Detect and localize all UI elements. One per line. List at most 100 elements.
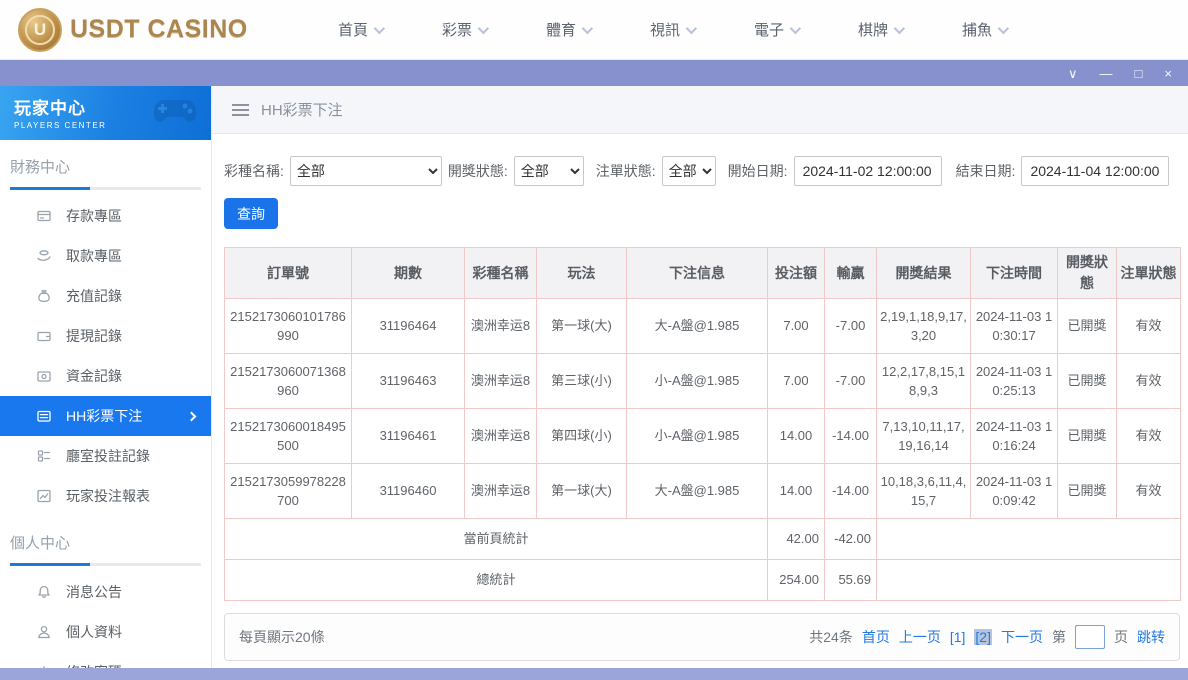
lottery-ticket-icon bbox=[36, 408, 52, 424]
table-cell: 2024-11-03 10:25:13 bbox=[971, 354, 1058, 409]
table-cell: 有效 bbox=[1117, 299, 1181, 354]
chevron-down-icon bbox=[686, 22, 697, 33]
column-header: 玩法 bbox=[537, 248, 627, 299]
funds-icon bbox=[36, 368, 52, 384]
report-chart-icon bbox=[36, 488, 52, 504]
table-cell: 澳洲幸运8 bbox=[465, 299, 537, 354]
pager-link-2[interactable]: [1] bbox=[950, 629, 966, 645]
pager-link-0[interactable]: 首页 bbox=[862, 627, 890, 647]
coin-logo-icon: U bbox=[18, 8, 62, 52]
table-cell: 10,18,3,6,11,4,15,7 bbox=[877, 464, 971, 519]
sidebar-item-gear[interactable]: 修改密碼 bbox=[0, 652, 211, 668]
nav-item-3[interactable]: 視訊 bbox=[620, 19, 724, 40]
top-header: U USDT CASINO 首頁彩票體育 視訊 電子 棋牌 捕魚 bbox=[0, 0, 1188, 60]
hall-list-icon bbox=[36, 448, 52, 464]
nav-item-0[interactable]: 首頁 bbox=[308, 19, 412, 40]
nav-item-6[interactable]: 捕魚 bbox=[932, 19, 1036, 40]
table-cell: 澳洲幸运8 bbox=[465, 409, 537, 464]
sidebar-item-hall-list[interactable]: 廳室投註記錄 bbox=[0, 436, 211, 476]
sidebar-item-label: 個人資料 bbox=[66, 622, 122, 642]
lottery-name-select[interactable]: 全部 bbox=[290, 156, 442, 186]
close-window-icon[interactable]: × bbox=[1164, 67, 1172, 80]
hamburger-menu-icon[interactable] bbox=[232, 101, 249, 119]
summary-row: 當前頁統計42.00-42.00 bbox=[225, 519, 1181, 560]
summary-row: 總統計254.0055.69 bbox=[225, 560, 1181, 601]
draw-status-label: 開獎狀態: bbox=[448, 161, 508, 181]
nav-item-1[interactable]: 彩票 bbox=[412, 19, 516, 40]
page-header: HH彩票下注 bbox=[212, 86, 1188, 134]
bets-table: 訂單號期數彩種名稱玩法下注信息投注額輸贏開獎結果下注時間開獎狀態注單狀態 215… bbox=[224, 247, 1181, 601]
sidebar-item-label: 資金記錄 bbox=[66, 366, 122, 386]
pager-link-4[interactable]: 下一页 bbox=[1001, 627, 1043, 647]
table-cell: 已開獎 bbox=[1058, 299, 1117, 354]
jump-page-input[interactable] bbox=[1075, 625, 1105, 649]
table-cell: 已開獎 bbox=[1058, 354, 1117, 409]
column-header: 開獎狀態 bbox=[1058, 248, 1117, 299]
nav-item-2[interactable]: 體育 bbox=[516, 19, 620, 40]
table-cell: 小-A盤@1.985 bbox=[627, 409, 768, 464]
table-cell: 7.00 bbox=[768, 354, 825, 409]
sidebar-item-moneybag[interactable]: 充值記錄 bbox=[0, 276, 211, 316]
bottom-status-bar bbox=[0, 668, 1188, 680]
table-cell: 14.00 bbox=[768, 409, 825, 464]
column-header: 輸贏 bbox=[825, 248, 877, 299]
pager-link-1[interactable]: 上一页 bbox=[899, 627, 941, 647]
maximize-window-icon[interactable]: □ bbox=[1135, 67, 1143, 80]
table-cell: 澳洲幸运8 bbox=[465, 354, 537, 409]
table-cell: 2024-11-03 10:16:24 bbox=[971, 409, 1058, 464]
sidebar-item-deposit-card[interactable]: 存款專區 bbox=[0, 196, 211, 236]
column-header: 期數 bbox=[352, 248, 465, 299]
column-header: 彩種名稱 bbox=[465, 248, 537, 299]
jump-go-link[interactable]: 跳转 bbox=[1137, 627, 1165, 647]
start-date-label: 開始日期: bbox=[728, 161, 788, 181]
draw-status-select[interactable]: 全部 bbox=[514, 156, 584, 186]
sidebar-item-lottery-ticket[interactable]: HH彩票下注 bbox=[0, 396, 211, 436]
content-area: 彩種名稱: 全部 開獎狀態: 全部 注單狀態: 全部 開始日期: 結束日期: 查… bbox=[212, 134, 1188, 661]
table-row: 215217305997822870031196460澳洲幸运8第一球(大)大-… bbox=[225, 464, 1181, 519]
wallet-icon bbox=[36, 328, 52, 344]
table-cell: 2152173060018495500 bbox=[225, 409, 352, 464]
sidebar-item-bell[interactable]: 消息公告 bbox=[0, 572, 211, 612]
column-header: 訂單號 bbox=[225, 248, 352, 299]
sidebar-item-report-chart[interactable]: 玩家投注報表 bbox=[0, 476, 211, 516]
table-cell: 大-A盤@1.985 bbox=[627, 464, 768, 519]
table-cell: 第一球(大) bbox=[537, 464, 627, 519]
sidebar-item-withdraw-hand[interactable]: 取款專區 bbox=[0, 236, 211, 276]
moneybag-icon bbox=[36, 288, 52, 304]
nav-item-label: 捕魚 bbox=[962, 19, 992, 40]
order-status-select[interactable]: 全部 bbox=[662, 156, 716, 186]
table-cell: 2024-11-03 10:30:17 bbox=[971, 299, 1058, 354]
table-row: 215217306007136896031196463澳洲幸运8第三球(小)小-… bbox=[225, 354, 1181, 409]
column-header: 投注額 bbox=[768, 248, 825, 299]
summary-winloss-total: 55.69 bbox=[825, 560, 877, 601]
table-cell: 2152173060071368960 bbox=[225, 354, 352, 409]
table-cell: 第三球(小) bbox=[537, 354, 627, 409]
sidebar-item-funds[interactable]: 資金記錄 bbox=[0, 356, 211, 396]
page-size-text: 每頁顯示20條 bbox=[239, 627, 325, 647]
sidebar-section-label: 財務中心 bbox=[10, 156, 211, 177]
pager-link-3[interactable]: [2] bbox=[974, 629, 992, 645]
start-date-input[interactable] bbox=[794, 156, 942, 186]
sidebar-item-user[interactable]: 個人資料 bbox=[0, 612, 211, 652]
brand-logo[interactable]: U USDT CASINO bbox=[18, 8, 268, 52]
end-date-input[interactable] bbox=[1021, 156, 1169, 186]
summary-empty-cell bbox=[877, 519, 1181, 560]
sidebar-item-wallet[interactable]: 提現記錄 bbox=[0, 316, 211, 356]
search-button[interactable]: 查詢 bbox=[224, 198, 278, 229]
summary-bet-total: 254.00 bbox=[768, 560, 825, 601]
nav-item-5[interactable]: 棋牌 bbox=[828, 19, 932, 40]
minimize-window-icon[interactable]: — bbox=[1100, 67, 1113, 80]
sidebar-item-label: 取款專區 bbox=[66, 246, 122, 266]
summary-bet-total: 42.00 bbox=[768, 519, 825, 560]
table-cell: 31196461 bbox=[352, 409, 465, 464]
nav-item-label: 視訊 bbox=[650, 19, 680, 40]
collapse-window-icon[interactable]: ∨ bbox=[1068, 67, 1078, 80]
pagination-bar: 每頁顯示20條 共24条 首页上一页[1][2]下一页第页跳转 bbox=[224, 613, 1180, 661]
nav-item-4[interactable]: 電子 bbox=[724, 19, 828, 40]
end-date-label: 結束日期: bbox=[956, 161, 1016, 181]
sidebar-item-label: 玩家投注報表 bbox=[66, 486, 150, 506]
table-cell: 2152173059978228700 bbox=[225, 464, 352, 519]
column-header: 注單狀態 bbox=[1117, 248, 1181, 299]
sidebar: 玩家中心 PLAYERS CENTER 財務中心存款專區取款專區充值記錄提現記錄… bbox=[0, 86, 212, 668]
nav-item-label: 棋牌 bbox=[858, 19, 888, 40]
